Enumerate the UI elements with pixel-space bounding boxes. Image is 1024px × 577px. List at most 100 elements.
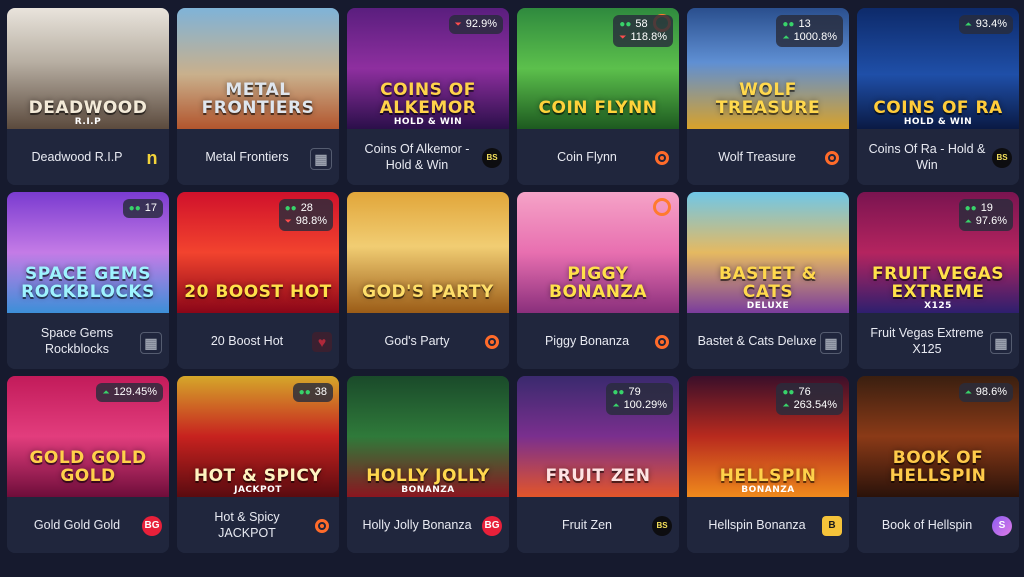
game-thumbnail[interactable]: FRUIT VEGAS EXTREME X125 ●● 19 ⏶ 97.6% [857,192,1019,313]
ring-provider-icon [652,148,672,168]
game-name[interactable]: Hellspin Bonanza [695,497,819,553]
provider-glyph: ▦ [994,335,1008,351]
game-thumbnail[interactable]: METAL FRONTIERS [177,8,339,129]
game-thumbnail[interactable]: 20 BOOST HOT ●● 28 ⏷ 98.8% [177,192,339,313]
provider-glyph: ▦ [314,151,328,167]
game-name[interactable]: Hot & Spicy JACKPOT [185,497,309,553]
game-card[interactable]: METAL FRONTIERS Metal Frontiers ▦ [177,8,339,185]
game-info-bar: Fruit Vegas Extreme X125 ▦ [857,313,1019,369]
game-name[interactable]: Coin Flynn [525,129,649,185]
game-card[interactable]: HELLSPIN BONANZA ●● 76 ⏶ 263.54% Hellspin Bona… [687,376,849,553]
game-name[interactable]: 20 Boost Hot [185,313,309,369]
game-info-bar: Hot & Spicy JACKPOT [177,497,339,553]
players-count: 13 [798,18,811,30]
thumbnail-title: COINS OF RA [873,98,1003,118]
game-thumbnail[interactable]: COINS OF ALKEMOR HOLD & WIN ⏷ 92.9% [347,8,509,129]
game-card[interactable]: SPACE GEMS ROCKBLOCKS ●● 17 Space Gems Rock… [7,192,169,369]
game-thumbnail[interactable]: SPACE GEMS ROCKBLOCKS ●● 17 [7,192,169,313]
rtp-value: 92.9% [465,18,497,30]
provider-glyph: BS [656,521,668,530]
game-thumbnail[interactable]: FRUIT ZEN ●● 79 ⏶ 100.29% [517,376,679,497]
game-name[interactable]: Bastet & Cats Deluxe [695,313,819,369]
players-count: 38 [314,386,327,398]
players-count: 28 [300,202,313,214]
stats-overlay: ●● 17 [122,199,163,218]
game-name[interactable]: Fruit Vegas Extreme X125 [865,313,989,369]
rtp-up-icon: ⏶ [964,19,972,29]
game-info-bar: Coins Of Alkemor - Hold & Win BS [347,129,509,185]
provider-grid-icon: ▦ [990,332,1012,354]
game-name[interactable]: Piggy Bonanza [525,313,649,369]
players-icon: ●● [612,387,625,398]
game-thumbnail[interactable]: HELLSPIN BONANZA ●● 76 ⏶ 263.54% [687,376,849,497]
game-card[interactable]: HOLLY JOLLY BONANZA Holly Jolly Bonanza BG [347,376,509,553]
bgaming-icon: BS [992,148,1012,168]
game-name[interactable]: Metal Frontiers [185,129,309,185]
bgaming-icon: BS [482,148,502,168]
game-info-bar: Hellspin Bonanza B [687,497,849,553]
game-thumbnail[interactable]: BASTET & CATS DELUXE [687,192,849,313]
thumbnail-title: COIN FLYNN [538,98,658,118]
rtp-down-icon: ⏷ [284,216,292,226]
thumbnail-title: HOT & SPICY [193,466,323,486]
game-thumbnail[interactable]: COIN FLYNN ●● 58 ⏷ 118.8% [517,8,679,129]
game-name[interactable]: God's Party [355,313,479,369]
rtp-up-icon: ⏶ [612,400,620,410]
game-card[interactable]: COINS OF ALKEMOR HOLD & WIN ⏷ 92.9% Coins Of… [347,8,509,185]
game-thumbnail[interactable]: BOOK OF HELLSPIN ⏶ 98.6% [857,376,1019,497]
game-thumbnail[interactable]: GOLD GOLD GOLD ⏶ 129.45% [7,376,169,497]
stats-overlay: ●● 38 [292,383,333,402]
thumbnail-title: HELLSPIN [719,466,817,486]
thumbnail-title: 20 BOOST HOT [184,282,332,302]
game-card[interactable]: HOT & SPICY JACKPOT ●● 38 Hot & Spicy JACKPO… [177,376,339,553]
game-name[interactable]: Gold Gold Gold [15,497,139,553]
game-info-bar: 20 Boost Hot ♥ [177,313,339,369]
provider-glyph: S [998,520,1006,531]
game-card[interactable]: GOD'S PARTY God's Party [347,192,509,369]
game-card[interactable]: BOOK OF HELLSPIN ⏶ 98.6% Book of Hellspin S [857,376,1019,553]
game-name[interactable]: Book of Hellspin [865,497,989,553]
game-info-bar: Gold Gold Gold BG [7,497,169,553]
thumbnail-title: BOOK OF HELLSPIN [889,448,987,486]
bg-provider-icon: BG [142,516,162,536]
game-card[interactable]: FRUIT VEGAS EXTREME X125 ●● 19 ⏶ 97.6% Fruit V… [857,192,1019,369]
game-info-bar: Deadwood R.I.P n [7,129,169,185]
game-name[interactable]: Holly Jolly Bonanza [355,497,479,553]
thumbnail-title: PIGGY BONANZA [548,264,647,302]
game-card[interactable]: GOLD GOLD GOLD ⏶ 129.45% Gold Gold Gold BG [7,376,169,553]
b-provider-icon: B [822,516,842,536]
game-thumbnail[interactable]: PIGGY BONANZA [517,192,679,313]
game-name[interactable]: Coins Of Ra - Hold & Win [865,129,989,185]
ring-provider-icon [822,148,842,168]
game-card[interactable]: DEADWOOD R.I.P Deadwood R.I.P n [7,8,169,185]
game-thumbnail[interactable]: GOD'S PARTY [347,192,509,313]
s-provider-icon: S [992,516,1012,536]
game-card[interactable]: PIGGY BONANZA Piggy Bonanza [517,192,679,369]
game-card[interactable]: FRUIT ZEN ●● 79 ⏶ 100.29% Fruit Zen BS [517,376,679,553]
provider-glyph: n [146,148,158,168]
game-thumbnail[interactable]: DEADWOOD R.I.P [7,8,169,129]
game-card[interactable]: 20 BOOST HOT ●● 28 ⏷ 98.8% 20 Boost Hot ♥ [177,192,339,369]
game-info-bar: Wolf Treasure [687,129,849,185]
game-card[interactable]: COIN FLYNN ●● 58 ⏷ 118.8% Coin Flynn [517,8,679,185]
game-card[interactable]: WOLF TREASURE ●● 13 ⏶ 1000.8% Wolf Treasure [687,8,849,185]
rtp-value: 97.6% [975,215,1007,227]
bgaming-icon: BS [652,516,672,536]
provider-glyph: ♥ [317,334,327,350]
players-icon: ●● [782,387,795,398]
game-name[interactable]: Wolf Treasure [695,129,819,185]
game-thumbnail[interactable]: WOLF TREASURE ●● 13 ⏶ 1000.8% [687,8,849,129]
game-thumbnail[interactable]: HOT & SPICY JACKPOT ●● 38 [177,376,339,497]
game-card[interactable]: BASTET & CATS DELUXE Bastet & Cats Deluxe ▦ [687,192,849,369]
game-thumbnail[interactable]: HOLLY JOLLY BONANZA [347,376,509,497]
thumbnail-title: BASTET & CATS [719,264,817,302]
game-name[interactable]: Space Gems Rockblocks [15,313,139,369]
game-card[interactable]: COINS OF RA HOLD & WIN ⏶ 93.4% Coins Of Ra -… [857,8,1019,185]
rtp-up-icon: ⏶ [964,387,972,397]
players-count: 19 [980,202,993,214]
game-thumbnail[interactable]: COINS OF RA HOLD & WIN ⏶ 93.4% [857,8,1019,129]
game-name[interactable]: Deadwood R.I.P [15,129,139,185]
game-name[interactable]: Coins Of Alkemor - Hold & Win [355,129,479,185]
game-name[interactable]: Fruit Zen [525,497,649,553]
thumbnail-subtitle: R.I.P [74,117,102,127]
